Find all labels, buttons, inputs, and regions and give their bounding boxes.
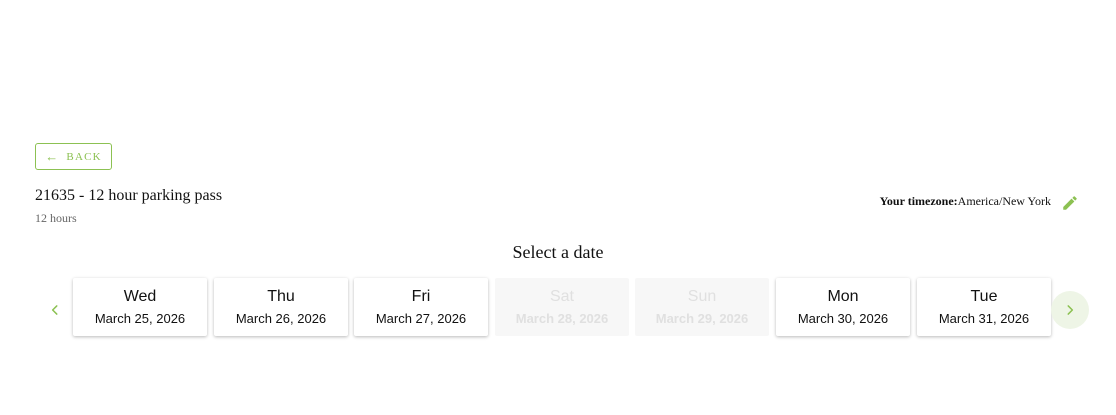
date-card-date: March 28, 2026	[515, 311, 609, 326]
date-card-date: March 31, 2026	[938, 311, 1030, 326]
date-card-weekday: Mon	[827, 288, 859, 305]
date-card-weekday: Fri	[411, 288, 431, 305]
product-duration: 12 hours	[35, 211, 77, 225]
date-card-tue[interactable]: Tue March 31, 2026	[917, 278, 1051, 336]
next-days-button[interactable]	[1051, 291, 1089, 329]
date-card-date: March 25, 2026	[94, 311, 186, 326]
date-card-date: March 27, 2026	[375, 311, 467, 326]
timezone-label: Your timezone:	[879, 194, 958, 208]
back-button-label: BACK	[66, 150, 102, 163]
date-card-fri[interactable]: Fri March 27, 2026	[354, 278, 488, 336]
chevron-left-icon	[51, 305, 58, 315]
date-card-weekday: Wed	[123, 288, 157, 305]
date-card-mon[interactable]: Mon March 30, 2026	[776, 278, 910, 336]
date-card-thu[interactable]: Thu March 26, 2026	[214, 278, 348, 336]
date-card-sat: Sat March 28, 2026	[495, 278, 629, 336]
date-card-wed[interactable]: Wed March 25, 2026	[73, 278, 207, 336]
date-card-sun: Sun March 29, 2026	[635, 278, 769, 336]
chevron-right-icon	[1067, 305, 1074, 315]
booking-page: ← BACK 21635 - 12 hour parking pass 12 h…	[0, 0, 1116, 415]
pencil-icon[interactable]	[1061, 194, 1079, 212]
timezone-value: America/New York	[957, 194, 1051, 208]
date-card-weekday: Sun	[687, 288, 717, 305]
timezone-display: Your timezone:America/New York	[880, 194, 1051, 209]
date-card-date: March 30, 2026	[797, 311, 889, 326]
date-card-date: March 26, 2026	[235, 311, 327, 326]
date-card-weekday: Thu	[267, 288, 295, 305]
back-button[interactable]: ← BACK	[35, 143, 112, 170]
previous-days-button[interactable]	[38, 292, 72, 328]
date-card-date: March 29, 2026	[655, 311, 749, 326]
product-title: 21635 - 12 hour parking pass	[35, 187, 223, 204]
arrow-left-icon: ←	[45, 149, 60, 164]
date-card-weekday: Tue	[970, 288, 998, 305]
date-card-weekday: Sat	[549, 288, 574, 305]
select-date-heading: Select a date	[512, 242, 604, 262]
